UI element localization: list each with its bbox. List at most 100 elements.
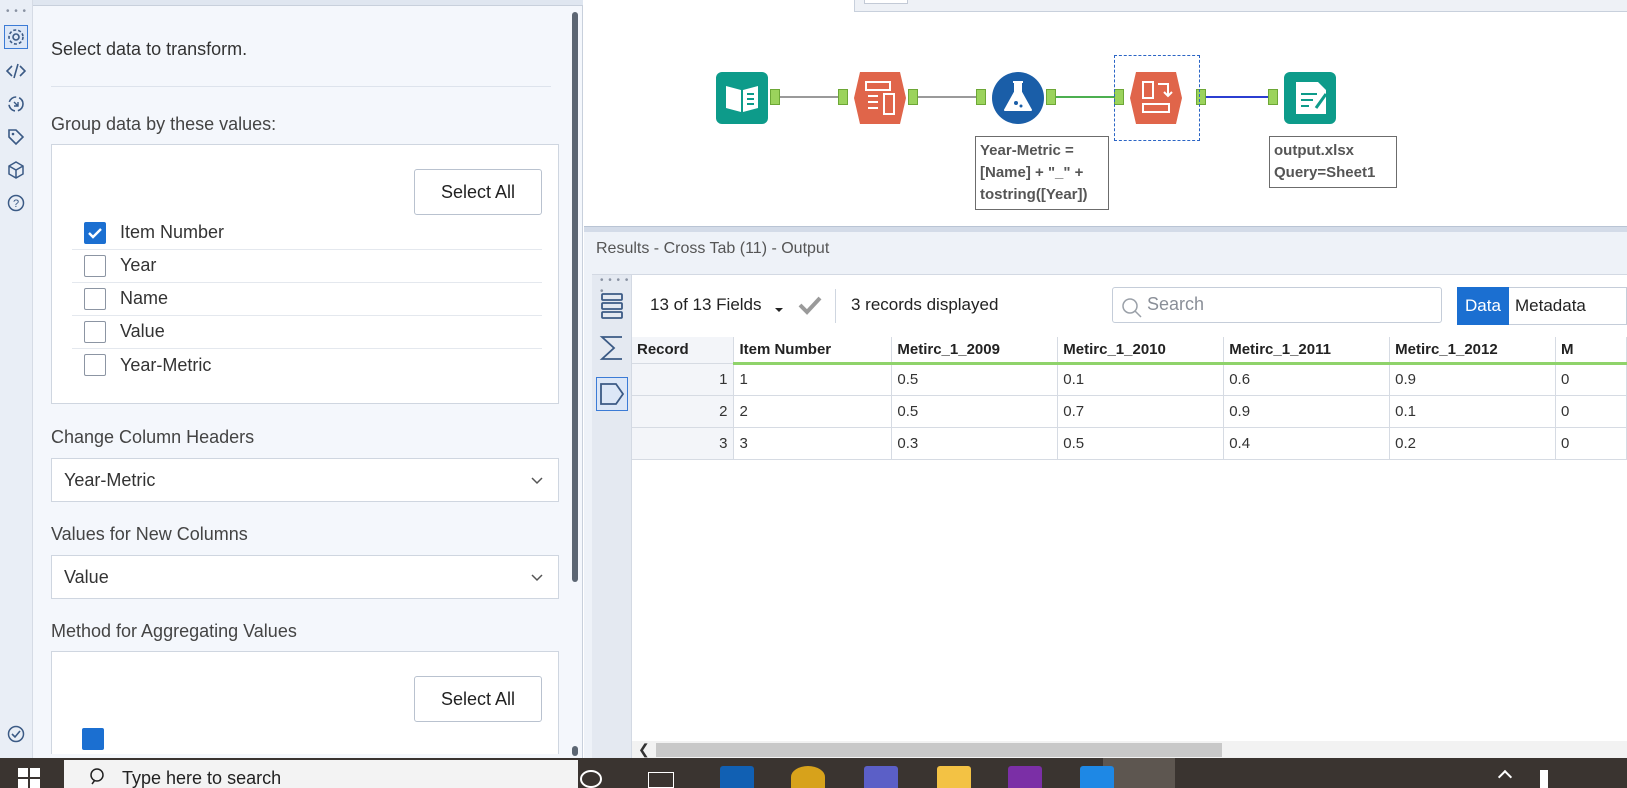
table-cell[interactable]: 2: [733, 395, 893, 428]
table-cell[interactable]: 0: [1555, 427, 1627, 460]
method-label: Method for Aggregating Values: [51, 621, 297, 641]
group-field-row[interactable]: Value: [72, 315, 542, 349]
table-cell[interactable]: 0.9: [1223, 395, 1391, 428]
group-select-all-button[interactable]: Select All: [414, 169, 542, 215]
input-tool-icon[interactable]: [714, 70, 770, 126]
caret-down-icon[interactable]: [774, 301, 784, 319]
input-anchor[interactable]: [838, 89, 848, 105]
group-field-row[interactable]: Name: [72, 282, 542, 316]
column-header[interactable]: Item Number: [733, 337, 893, 365]
transpose-tool-icon[interactable]: [852, 70, 908, 126]
network-icon[interactable]: [1540, 770, 1548, 788]
table-cell[interactable]: 0.1: [1389, 395, 1557, 428]
teams-icon[interactable]: [864, 766, 898, 788]
run-check-icon[interactable]: [4, 722, 28, 746]
checkmark-icon[interactable]: [797, 294, 823, 321]
file-explorer-icon[interactable]: [937, 766, 971, 788]
checkbox[interactable]: [84, 320, 106, 343]
column-header[interactable]: Record: [632, 337, 735, 364]
checkbox[interactable]: [84, 254, 106, 277]
tag-icon[interactable]: [4, 125, 28, 149]
table-cell[interactable]: 0.6: [1223, 363, 1391, 396]
code-icon[interactable]: [4, 59, 28, 83]
results-title: Results - Cross Tab (11) - Output: [596, 240, 830, 257]
windows-start-icon[interactable]: [18, 768, 40, 788]
chevron-down-icon: [530, 568, 544, 589]
cortana-icon[interactable]: [580, 770, 602, 788]
input-anchor[interactable]: [1268, 89, 1278, 105]
record-number-cell[interactable]: 1: [632, 363, 735, 396]
table-cell[interactable]: 0.3: [891, 427, 1059, 460]
checkbox[interactable]: [84, 287, 106, 310]
table-row[interactable]: 1 1 0.5 0.1 0.6 0.9 0: [632, 363, 1627, 396]
help-icon[interactable]: ?: [4, 191, 28, 215]
group-field-row[interactable]: Item Number: [72, 216, 542, 250]
column-header[interactable]: M: [1555, 337, 1627, 365]
output-anchor[interactable]: [770, 89, 780, 105]
configuration-gear-icon[interactable]: [4, 25, 28, 49]
table-row[interactable]: 2 2 0.5 0.7 0.9 0.1 0: [632, 395, 1627, 428]
column-header[interactable]: Metirc_1_2011: [1223, 337, 1391, 365]
table-cell[interactable]: 0: [1555, 395, 1627, 428]
table-cell[interactable]: 0.5: [891, 363, 1059, 396]
checkbox[interactable]: [84, 354, 106, 376]
formula-tool-icon[interactable]: [990, 70, 1046, 126]
table-cell[interactable]: 0.1: [1057, 363, 1225, 396]
alteryx-icon[interactable]: [1080, 766, 1114, 788]
workflow-canvas[interactable]: Year-Metric = [Name] + "_" + tostring([Y…: [584, 0, 1627, 226]
column-header[interactable]: Metirc_1_2009: [891, 337, 1059, 365]
table-row[interactable]: 3 3 0.3 0.5 0.4 0.2 0: [632, 427, 1627, 460]
record-number-cell[interactable]: 2: [632, 395, 735, 428]
checkbox-checked[interactable]: [84, 221, 106, 244]
chrome-icon[interactable]: [791, 766, 825, 788]
canvas-toolbar-button[interactable]: [864, 0, 908, 4]
table-cell[interactable]: 0.5: [1057, 427, 1225, 460]
task-view-icon[interactable]: [648, 772, 674, 788]
change-headers-dropdown[interactable]: Year-Metric: [51, 458, 559, 502]
table-cell[interactable]: 0.4: [1223, 427, 1391, 460]
output-anchor[interactable]: [1046, 89, 1056, 105]
results-table: Record Item Number Metirc_1_2009 Metirc_1_2…: [632, 337, 1627, 460]
horizontal-scrollbar[interactable]: ❮: [632, 741, 1627, 759]
crosstab-tool-icon[interactable]: [1128, 70, 1184, 126]
formula-annotation[interactable]: Year-Metric = [Name] + "_" + tostring([Y…: [975, 136, 1109, 210]
table-cell[interactable]: 0.2: [1389, 427, 1557, 460]
group-field-row[interactable]: Year-Metric: [72, 348, 542, 382]
tab-metadata[interactable]: Metadata: [1509, 287, 1627, 325]
group-by-box: Select All Item Number Year Name Value Year-…: [51, 144, 559, 404]
scroll-left-icon[interactable]: ❮: [638, 741, 650, 758]
table-cell[interactable]: 0.7: [1057, 395, 1225, 428]
values-dropdown[interactable]: Value: [51, 555, 559, 599]
refresh-icon[interactable]: [4, 92, 28, 116]
table-cell[interactable]: 0.5: [891, 395, 1059, 428]
results-search-input[interactable]: Search: [1112, 287, 1442, 323]
record-number-cell[interactable]: 3: [632, 427, 735, 460]
list-view-icon[interactable]: [596, 289, 628, 323]
config-scrollbar-thumb[interactable]: [572, 12, 578, 582]
method-checkbox[interactable]: [82, 728, 104, 750]
onenote-icon[interactable]: [1008, 766, 1042, 788]
column-header[interactable]: Metirc_1_2012: [1389, 337, 1557, 365]
input-anchor[interactable]: [976, 89, 986, 105]
tab-data[interactable]: Data: [1457, 287, 1509, 325]
method-select-all-button[interactable]: Select All: [414, 676, 542, 722]
config-scrollbar[interactable]: [570, 8, 580, 756]
group-field-label: Item Number: [120, 222, 225, 242]
horizontal-scrollbar-thumb[interactable]: [656, 743, 1222, 757]
outlook-icon[interactable]: [720, 766, 754, 788]
data-output-icon[interactable]: [596, 377, 628, 411]
sigma-icon[interactable]: [596, 331, 628, 365]
cube-icon[interactable]: [4, 158, 28, 182]
output-annotation[interactable]: output.xlsx Query=Sheet1: [1269, 136, 1397, 188]
table-cell[interactable]: 3: [733, 427, 893, 460]
table-cell[interactable]: 0: [1555, 363, 1627, 396]
table-cell[interactable]: 1: [733, 363, 893, 396]
table-cell[interactable]: 0.9: [1389, 363, 1557, 396]
output-tool-icon[interactable]: [1282, 70, 1338, 126]
column-header[interactable]: Metirc_1_2010: [1057, 337, 1225, 365]
change-headers-value: Year-Metric: [64, 469, 156, 490]
output-anchor[interactable]: [908, 89, 918, 105]
taskbar-search-input[interactable]: Type here to search: [64, 758, 578, 788]
fields-selector[interactable]: 13 of 13 Fields: [650, 295, 762, 315]
group-field-row[interactable]: Year: [72, 249, 542, 283]
